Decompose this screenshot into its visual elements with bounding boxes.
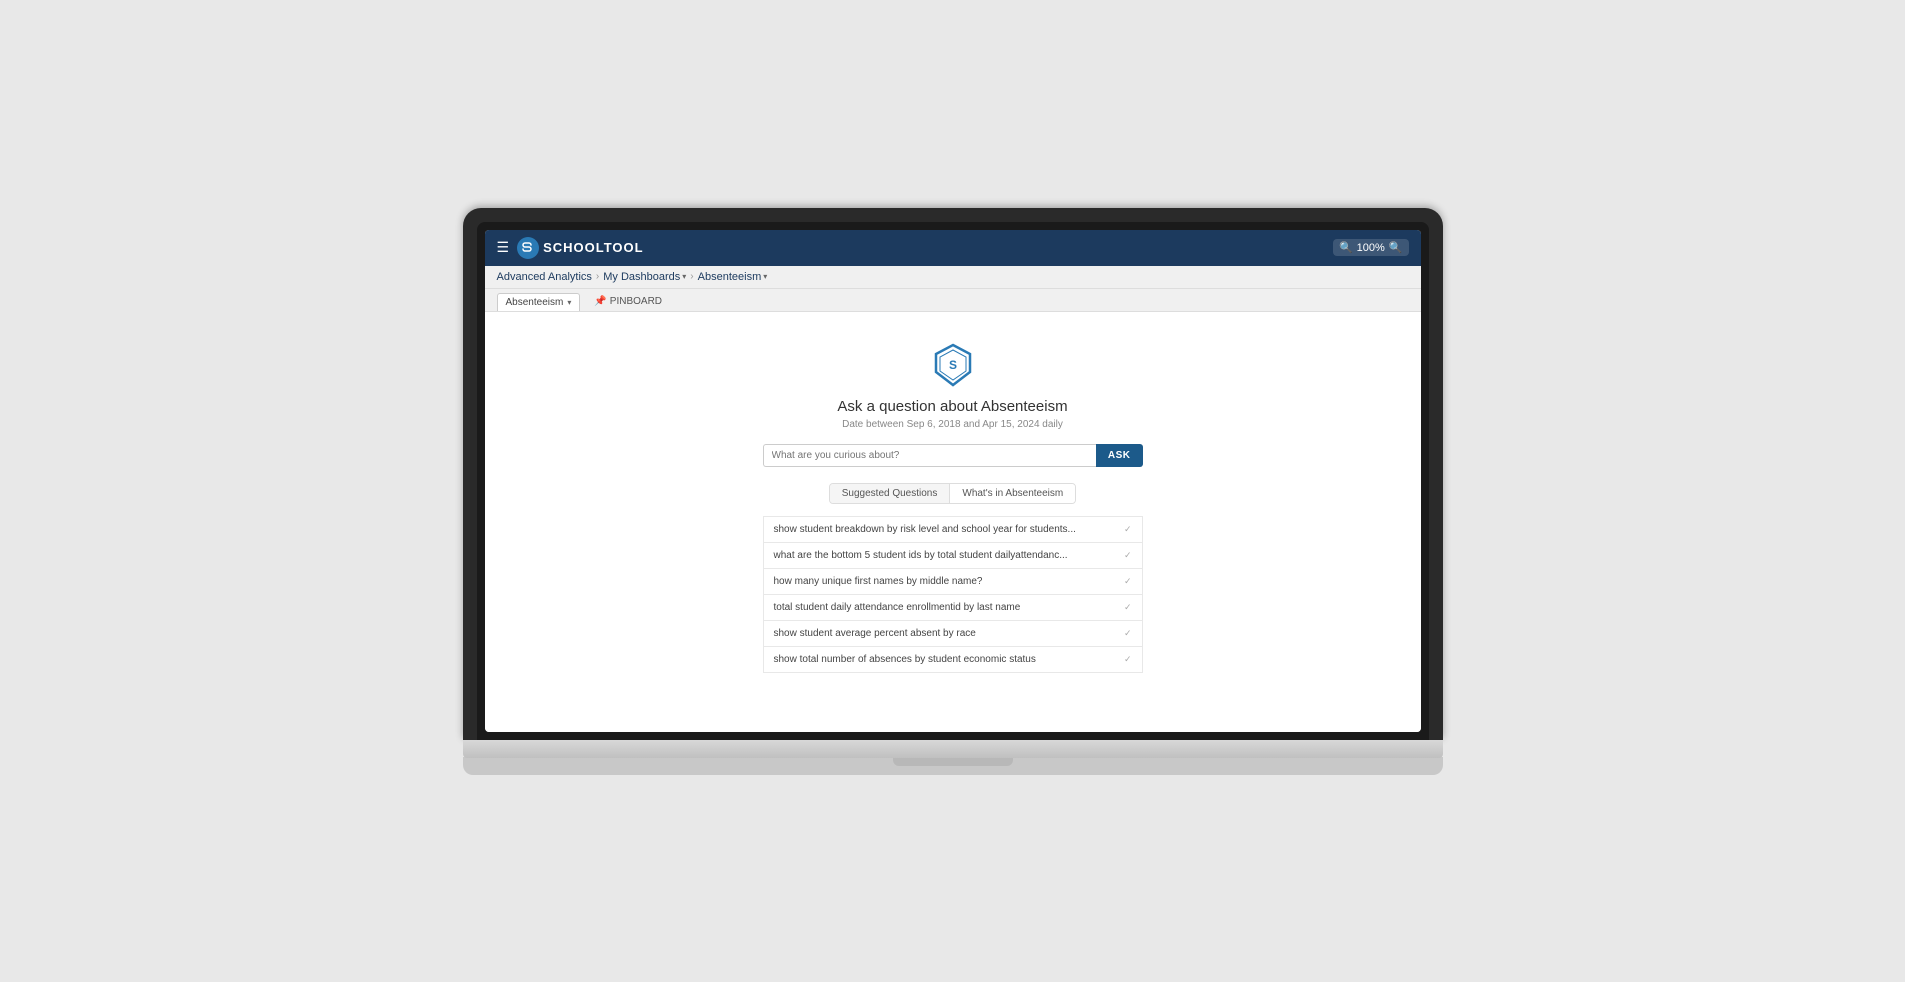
ask-subtitle: Date between Sep 6, 2018 and Apr 15, 202… bbox=[842, 419, 1063, 430]
absenteeism-chevron: ▾ bbox=[763, 272, 767, 281]
tab-suggested-questions[interactable]: Suggested Questions bbox=[830, 484, 951, 503]
breadcrumb-advanced-analytics[interactable]: Advanced Analytics bbox=[497, 271, 592, 283]
breadcrumb-absenteeism[interactable]: Absenteeism ▾ bbox=[698, 271, 768, 283]
logo-text: SCHOOLTOOL bbox=[543, 240, 644, 255]
suggestion-text-5: show student average percent absent by r… bbox=[774, 628, 976, 639]
suggestion-text-1: show student breakdown by risk level and… bbox=[774, 524, 1076, 535]
tab-absenteeism[interactable]: Absenteeism ▾ bbox=[497, 293, 581, 311]
suggestion-item-3[interactable]: how many unique first names by middle na… bbox=[763, 569, 1143, 595]
suggestion-check-3: ✓ bbox=[1124, 576, 1132, 587]
pinboard-label: PINBOARD bbox=[610, 296, 662, 307]
breadcrumb-my-dashboards[interactable]: My Dashboards ▾ bbox=[603, 271, 686, 283]
topbar-left: ☰ SCHOOLTOOL bbox=[497, 237, 644, 259]
suggestion-text-4: total student daily attendance enrollmen… bbox=[774, 602, 1021, 613]
laptop-frame: ☰ SCHOOLTOOL 🔍 100% bbox=[463, 208, 1443, 775]
suggestion-text-3: how many unique first names by middle na… bbox=[774, 576, 983, 587]
suggestion-text-6: show total number of absences by student… bbox=[774, 654, 1036, 665]
svg-text:S: S bbox=[948, 358, 956, 372]
suggestion-item-5[interactable]: show student average percent absent by r… bbox=[763, 621, 1143, 647]
ask-button[interactable]: ASK bbox=[1096, 444, 1143, 467]
pinboard-button[interactable]: 📌 PINBOARD bbox=[588, 293, 668, 310]
breadcrumb: Advanced Analytics › My Dashboards ▾ › A… bbox=[485, 266, 1421, 289]
suggestion-check-2: ✓ bbox=[1124, 550, 1132, 561]
logo-icon bbox=[517, 237, 539, 259]
zoom-label: 100% bbox=[1357, 242, 1385, 254]
zoom-control[interactable]: 🔍 100% 🔍 bbox=[1333, 239, 1409, 256]
logo-area: SCHOOLTOOL bbox=[517, 237, 644, 259]
screen-bezel: ☰ SCHOOLTOOL 🔍 100% bbox=[477, 222, 1429, 740]
breadcrumb-sep-2: › bbox=[690, 271, 693, 282]
search-input[interactable] bbox=[763, 444, 1096, 467]
suggestion-list: show student breakdown by risk level and… bbox=[763, 516, 1143, 673]
suggestion-item-4[interactable]: total student daily attendance enrollmen… bbox=[763, 595, 1143, 621]
absenteeism-logo: S bbox=[930, 342, 976, 388]
laptop-lid: ☰ SCHOOLTOOL 🔍 100% bbox=[463, 208, 1443, 740]
topbar: ☰ SCHOOLTOOL 🔍 100% bbox=[485, 230, 1421, 266]
suggestion-item-6[interactable]: show total number of absences by student… bbox=[763, 647, 1143, 673]
suggestion-tabs: Suggested Questions What's in Absenteeis… bbox=[829, 483, 1076, 504]
tab-bar: Absenteeism ▾ 📌 PINBOARD bbox=[485, 289, 1421, 312]
screen: ☰ SCHOOLTOOL 🔍 100% bbox=[485, 230, 1421, 732]
zoom-in-icon: 🔍 bbox=[1389, 241, 1403, 254]
ask-title: Ask a question about Absenteeism bbox=[837, 398, 1067, 415]
suggestion-check-4: ✓ bbox=[1124, 602, 1132, 613]
zoom-out-icon: 🔍 bbox=[1339, 241, 1353, 254]
tab-label: Absenteeism bbox=[506, 297, 564, 308]
suggestion-check-1: ✓ bbox=[1124, 524, 1132, 535]
suggestion-item-1[interactable]: show student breakdown by risk level and… bbox=[763, 516, 1143, 543]
laptop-base bbox=[463, 740, 1443, 758]
suggestion-text-2: what are the bottom 5 student ids by tot… bbox=[774, 550, 1068, 561]
hamburger-icon[interactable]: ☰ bbox=[497, 239, 510, 256]
main-content: S Ask a question about Absenteeism Date … bbox=[485, 312, 1421, 732]
breadcrumb-sep-1: › bbox=[596, 271, 599, 282]
my-dashboards-chevron: ▾ bbox=[682, 272, 686, 281]
suggestion-check-5: ✓ bbox=[1124, 628, 1132, 639]
search-row: ASK bbox=[763, 444, 1143, 467]
tab-whats-in[interactable]: What's in Absenteeism bbox=[950, 484, 1075, 503]
suggestion-item-2[interactable]: what are the bottom 5 student ids by tot… bbox=[763, 543, 1143, 569]
suggestion-check-6: ✓ bbox=[1124, 654, 1132, 665]
pin-icon: 📌 bbox=[594, 296, 606, 307]
tab-chevron: ▾ bbox=[567, 298, 571, 307]
